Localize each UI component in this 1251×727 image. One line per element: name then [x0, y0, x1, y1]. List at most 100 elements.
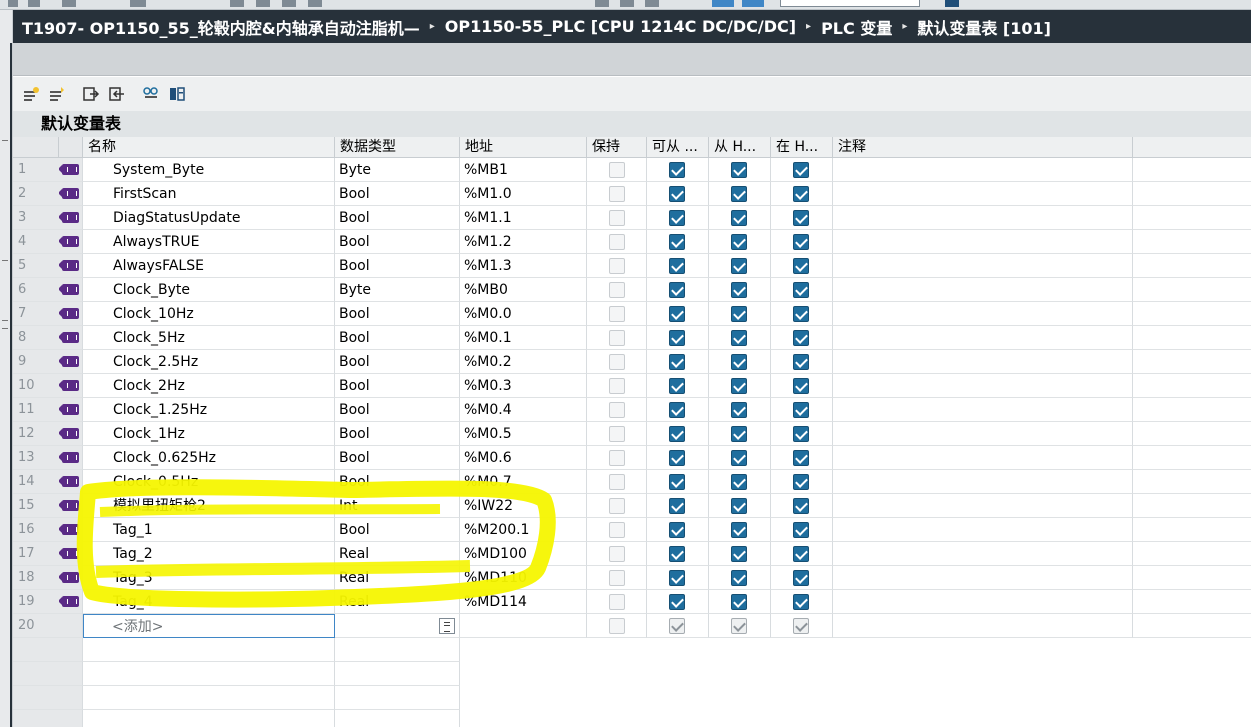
- hmi-visible-checkbox[interactable]: [731, 306, 747, 322]
- hmi-accessible-checkbox[interactable]: [669, 378, 685, 394]
- tag-name-cell[interactable]: Clock_1Hz: [83, 422, 335, 446]
- retain-checkbox[interactable]: [609, 402, 625, 418]
- breadcrumb-device[interactable]: OP1150-55_PLC [CPU 1214C DC/DC/DC]: [441, 17, 800, 36]
- hmi-setpoint-checkbox[interactable]: [793, 474, 809, 490]
- tag-name-cell[interactable]: Tag_3: [83, 566, 335, 590]
- hmi-setpoint-checkbox[interactable]: [793, 186, 809, 202]
- hmi-accessible-checkbox[interactable]: [669, 162, 685, 178]
- retain-checkbox[interactable]: [609, 450, 625, 466]
- import-icon[interactable]: [107, 84, 127, 104]
- hmi-accessible-checkbox[interactable]: [669, 402, 685, 418]
- table-row[interactable]: 19 Tag_4 Real %MD114: [13, 590, 1251, 614]
- hmi-visible-checkbox[interactable]: [731, 354, 747, 370]
- tag-name-cell[interactable]: Tag_4: [83, 590, 335, 614]
- address-cell[interactable]: %M1.2: [460, 230, 587, 254]
- hmi-accessible-checkbox[interactable]: [669, 234, 685, 250]
- address-cell[interactable]: %M0.7: [460, 470, 587, 494]
- tag-name-cell[interactable]: Clock_0.625Hz: [83, 446, 335, 470]
- retain-checkbox[interactable]: [609, 474, 625, 490]
- hmi-accessible-checkbox[interactable]: [669, 474, 685, 490]
- tag-name-cell[interactable]: Clock_0.5Hz: [83, 470, 335, 494]
- table-row[interactable]: 8 Clock_5Hz Bool %M0.1: [13, 326, 1251, 350]
- add-row-icon[interactable]: [21, 84, 41, 104]
- comment-cell[interactable]: [833, 446, 1133, 470]
- comment-cell[interactable]: [833, 326, 1133, 350]
- hmi-accessible-checkbox[interactable]: [669, 354, 685, 370]
- data-type-cell[interactable]: Bool: [335, 518, 460, 542]
- data-type-cell[interactable]: Bool: [335, 302, 460, 326]
- data-type-cell[interactable]: Bool: [335, 254, 460, 278]
- retain-checkbox[interactable]: [609, 498, 625, 514]
- hmi-accessible-checkbox[interactable]: [669, 210, 685, 226]
- table-row[interactable]: 7 Clock_10Hz Bool %M0.0: [13, 302, 1251, 326]
- hmi-accessible-checkbox[interactable]: [669, 594, 685, 610]
- hmi-setpoint-checkbox[interactable]: [793, 570, 809, 586]
- table-row[interactable]: 11 Clock_1.25Hz Bool %M0.4: [13, 398, 1251, 422]
- address-cell[interactable]: %MB1: [460, 158, 587, 182]
- add-tag-row[interactable]: 20 <添加>: [13, 614, 1251, 638]
- hmi-visible-checkbox[interactable]: [731, 162, 747, 178]
- comment-cell[interactable]: [833, 350, 1133, 374]
- hmi-accessible-checkbox[interactable]: [669, 258, 685, 274]
- table-row[interactable]: 2 FirstScan Bool %M1.0: [13, 182, 1251, 206]
- data-type-cell[interactable]: Bool: [335, 446, 460, 470]
- retain-checkbox[interactable]: [609, 354, 625, 370]
- data-type-cell[interactable]: Bool: [335, 398, 460, 422]
- comment-cell[interactable]: [833, 158, 1133, 182]
- hmi-visible-checkbox[interactable]: [731, 186, 747, 202]
- hmi-visible-checkbox[interactable]: [731, 402, 747, 418]
- data-type-cell[interactable]: Bool: [335, 326, 460, 350]
- data-type-cell[interactable]: Bool: [335, 374, 460, 398]
- address-cell[interactable]: %M1.3: [460, 254, 587, 278]
- comment-cell[interactable]: [833, 614, 1133, 638]
- comment-cell[interactable]: [833, 302, 1133, 326]
- data-type-cell[interactable]: Byte: [335, 158, 460, 182]
- hmi-accessible-checkbox[interactable]: [669, 546, 685, 562]
- retain-checkbox[interactable]: [609, 282, 625, 298]
- address-cell[interactable]: %IW22: [460, 494, 587, 518]
- column-header-address[interactable]: 地址: [460, 137, 587, 158]
- column-header-hmi-accessible[interactable]: 可从 ...: [647, 137, 709, 158]
- hmi-accessible-checkbox[interactable]: [669, 570, 685, 586]
- table-row[interactable]: 14 Clock_0.5Hz Bool %M0.7: [13, 470, 1251, 494]
- data-type-cell[interactable]: Bool: [335, 230, 460, 254]
- address-cell[interactable]: %M0.5: [460, 422, 587, 446]
- hmi-visible-checkbox[interactable]: [731, 282, 747, 298]
- hmi-visible-checkbox[interactable]: [731, 546, 747, 562]
- hmi-setpoint-checkbox[interactable]: [793, 234, 809, 250]
- insert-row-icon[interactable]: [47, 84, 67, 104]
- address-cell[interactable]: %MD100: [460, 542, 587, 566]
- hmi-accessible-checkbox[interactable]: [669, 282, 685, 298]
- address-cell[interactable]: %M0.4: [460, 398, 587, 422]
- tag-name-cell[interactable]: DiagStatusUpdate: [83, 206, 335, 230]
- data-type-cell[interactable]: Byte: [335, 278, 460, 302]
- column-header-comment[interactable]: 注释: [833, 137, 1133, 158]
- table-row[interactable]: 4 AlwaysTRUE Bool %M1.2: [13, 230, 1251, 254]
- comment-cell[interactable]: [833, 206, 1133, 230]
- hmi-setpoint-checkbox[interactable]: [793, 210, 809, 226]
- retain-checkbox[interactable]: [609, 330, 625, 346]
- table-row[interactable]: 9 Clock_2.5Hz Bool %M0.2: [13, 350, 1251, 374]
- address-cell[interactable]: %M0.1: [460, 326, 587, 350]
- breadcrumb-project[interactable]: T1907- OP1150_55_轮毂内腔&内轴承自动注脂机—: [18, 15, 424, 39]
- address-cell[interactable]: %MD114: [460, 590, 587, 614]
- data-type-cell[interactable]: Real: [335, 542, 460, 566]
- table-row[interactable]: 5 AlwaysFALSE Bool %M1.3: [13, 254, 1251, 278]
- hmi-visible-checkbox[interactable]: [731, 330, 747, 346]
- hmi-visible-checkbox[interactable]: [731, 234, 747, 250]
- address-cell[interactable]: [460, 614, 587, 638]
- retain-checkbox[interactable]: [609, 234, 625, 250]
- hmi-visible-checkbox[interactable]: [731, 210, 747, 226]
- retain-checkbox[interactable]: [609, 594, 625, 610]
- retain-checkbox[interactable]: [609, 210, 625, 226]
- hmi-setpoint-checkbox[interactable]: [793, 282, 809, 298]
- address-cell[interactable]: %M200.1: [460, 518, 587, 542]
- hmi-visible-checkbox[interactable]: [731, 450, 747, 466]
- comment-cell[interactable]: [833, 374, 1133, 398]
- comment-cell[interactable]: [833, 230, 1133, 254]
- comment-cell[interactable]: [833, 518, 1133, 542]
- retain-checkbox[interactable]: [609, 306, 625, 322]
- hmi-accessible-checkbox[interactable]: [669, 186, 685, 202]
- tag-name-cell[interactable]: Tag_2: [83, 542, 335, 566]
- retain-checkbox[interactable]: [609, 426, 625, 442]
